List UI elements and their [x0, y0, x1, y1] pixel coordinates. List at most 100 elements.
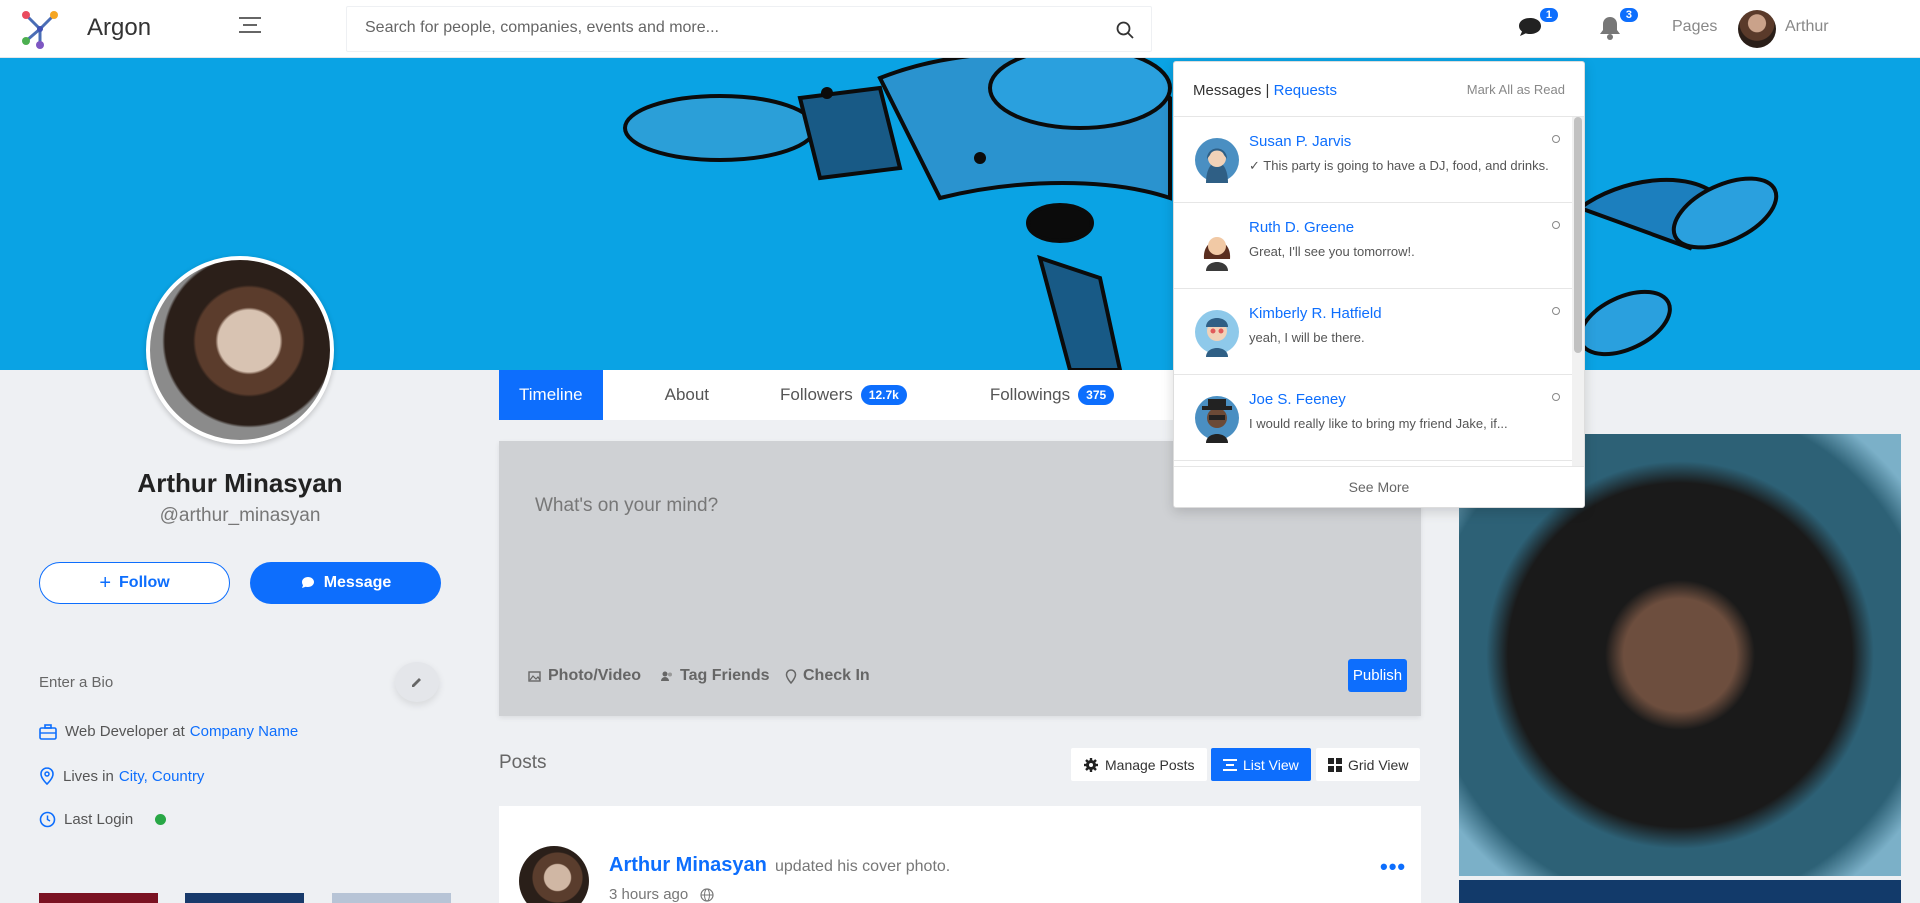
online-status-dot [155, 814, 167, 825]
edit-bio-button[interactable] [395, 662, 439, 702]
avatar [1195, 224, 1239, 271]
message-item[interactable]: Kimberly R. Hatfield yeah, I will be the… [1174, 289, 1572, 375]
message-sender: Susan P. Jarvis [1249, 133, 1352, 150]
pages-link[interactable]: Pages [1672, 18, 1717, 36]
follow-label: Follow [119, 574, 170, 591]
photo-video-label: Photo/Video [548, 667, 642, 684]
message-sender: Joe S. Feeney [1249, 391, 1346, 408]
unread-indicator-icon[interactable] [1552, 307, 1560, 315]
unread-indicator-icon[interactable] [1552, 393, 1560, 401]
scrollbar-thumb[interactable] [1574, 117, 1582, 353]
post-author-name[interactable]: Arthur Minasyan [609, 854, 767, 877]
check-in-button[interactable]: Check In [785, 667, 870, 685]
pencil-icon [412, 678, 421, 687]
top-navbar: Argon 1 3 Pages Arthur [0, 0, 1920, 58]
messages-nav-button[interactable]: 1 [1516, 6, 1560, 42]
user-avatar[interactable] [1738, 10, 1776, 48]
location-pin-icon [785, 668, 797, 684]
message-item[interactable]: Ruth D. Greene Great, I'll see you tomor… [1174, 203, 1572, 289]
brand-name[interactable]: Argon [87, 14, 151, 42]
messages-tab[interactable]: Messages [1193, 82, 1261, 99]
message-item[interactable]: Susan P. Jarvis ✓ This party is going to… [1174, 117, 1572, 203]
requests-link[interactable]: Requests [1274, 82, 1337, 99]
unread-indicator-icon[interactable] [1552, 135, 1560, 143]
message-list: Susan P. Jarvis ✓ This party is going to… [1174, 117, 1572, 466]
photo-video-button[interactable]: Photo/Video [528, 667, 641, 685]
lives-prefix: Lives in [63, 767, 114, 785]
mark-all-read-link[interactable]: Mark All as Read [1467, 82, 1565, 97]
see-more-link[interactable]: See More [1174, 466, 1584, 507]
tab-timeline-label: Timeline [519, 385, 583, 404]
message-preview: yeah, I will be there. [1249, 330, 1365, 345]
publish-button[interactable]: Publish [1348, 659, 1407, 692]
post-action-text: updated his cover photo. [775, 858, 951, 875]
message-button[interactable]: Message [250, 562, 441, 604]
message-item[interactable]: Joe S. Feeney I would really like to bri… [1174, 375, 1572, 461]
unread-indicator-icon[interactable] [1552, 221, 1560, 229]
list-view-button[interactable]: List View [1211, 748, 1311, 781]
messages-dropdown: Messages | Requests Mark All as Read Sus… [1173, 61, 1585, 508]
messages-badge: 1 [1537, 6, 1560, 24]
plus-icon: + [99, 571, 112, 594]
post-more-options-icon[interactable]: ••• [1380, 854, 1406, 880]
tab-followings-label: Followings [989, 385, 1071, 404]
message-preview: I would really like to bring my friend J… [1249, 416, 1508, 431]
tab-about[interactable]: About [665, 370, 709, 420]
avatar [1195, 310, 1239, 357]
search-input[interactable] [365, 19, 1065, 37]
location-pin-icon [40, 767, 54, 785]
dropdown-title: Messages | Requests [1193, 82, 1337, 99]
post-author-avatar[interactable] [519, 846, 589, 903]
message-preview: ✓ This party is going to have a DJ, food… [1249, 158, 1549, 173]
message-label: Message [323, 574, 392, 591]
location-info: Lives in City, Country [39, 767, 204, 785]
photo-icon [528, 671, 541, 682]
chat-bubble-icon [301, 577, 314, 588]
tab-followers-label: Followers [780, 385, 853, 404]
last-login-label: Last Login [64, 811, 134, 828]
post-time-label: 3 hours ago [609, 886, 689, 903]
photo-thumbnail[interactable] [185, 893, 304, 903]
job-prefix: Web Developer at [65, 723, 185, 740]
tab-followers[interactable]: Followers 12.7k [780, 370, 907, 420]
grid-view-label: Grid View [1348, 756, 1409, 773]
message-preview: Great, I'll see you tomorrow!. [1249, 244, 1415, 259]
globe-icon [700, 887, 714, 902]
manage-posts-label: Manage Posts [1105, 756, 1195, 773]
menu-toggle-icon[interactable] [239, 17, 261, 37]
manage-posts-button[interactable]: Manage Posts [1071, 748, 1207, 781]
users-icon [661, 671, 672, 681]
dropdown-header: Messages | Requests Mark All as Read [1174, 62, 1584, 117]
photo-thumbnail[interactable] [332, 893, 451, 903]
search-icon[interactable] [1115, 20, 1135, 40]
user-name[interactable]: Arthur [1785, 18, 1829, 36]
tag-friends-button[interactable]: Tag Friends [660, 667, 770, 685]
tab-timeline[interactable]: Timeline [499, 370, 603, 420]
job-info: Web Developer at Company Name [39, 723, 298, 740]
notifications-nav-button[interactable]: 3 [1596, 6, 1640, 42]
search-bar [346, 6, 1152, 52]
post-card: Arthur Minasyan updated his cover photo.… [499, 806, 1421, 903]
photo-thumbnail[interactable] [39, 893, 158, 903]
company-link[interactable]: Company Name [190, 723, 298, 740]
location-link[interactable]: City, Country [119, 768, 205, 785]
avatar [1195, 138, 1239, 183]
dropdown-scrollbar[interactable] [1572, 117, 1584, 466]
gear-icon [1084, 757, 1098, 772]
briefcase-icon [39, 723, 57, 740]
profile-avatar[interactable] [146, 256, 334, 444]
featured-photo[interactable] [1459, 880, 1901, 903]
clock-icon [39, 811, 56, 828]
profile-handle: @arthur_minasyan [159, 505, 321, 526]
message-sender: Kimberly R. Hatfield [1249, 305, 1382, 322]
follow-button[interactable]: + Follow [39, 562, 230, 604]
grid-icon [1328, 757, 1342, 772]
bio-placeholder[interactable]: Enter a Bio [39, 674, 113, 691]
post-timestamp: 3 hours ago [609, 886, 714, 903]
grid-view-button[interactable]: Grid View [1316, 748, 1421, 781]
post-input[interactable] [535, 495, 1335, 595]
tab-followings[interactable]: Followings 375 [989, 370, 1115, 420]
argon-logo-icon[interactable] [20, 9, 60, 49]
list-view-label: List View [1243, 756, 1299, 773]
posts-heading: Posts [499, 752, 547, 773]
